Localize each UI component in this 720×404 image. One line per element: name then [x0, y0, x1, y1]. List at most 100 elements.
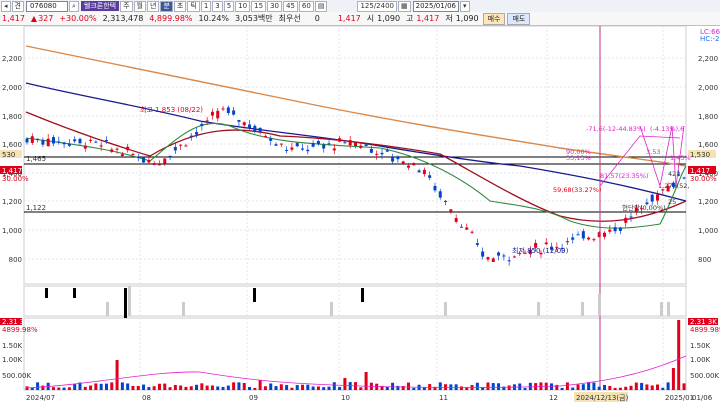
- period-week-button[interactable]: 월: [133, 0, 146, 12]
- volume-bar: [157, 383, 161, 390]
- volume-bar: [640, 382, 644, 390]
- candle-body: [438, 191, 442, 198]
- candle-body: [380, 152, 384, 155]
- date-input[interactable]: 2025/01/06: [412, 0, 459, 12]
- volume-bar: [587, 382, 591, 390]
- price-chart[interactable]: 2,200 2,000 1,800 1,600 1,400 1,200 1,00…: [0, 26, 720, 404]
- period-second-button[interactable]: 초: [173, 0, 187, 12]
- candle-body: [83, 145, 87, 149]
- calendar-icon[interactable]: ▾: [459, 0, 470, 12]
- candle-body: [216, 110, 220, 119]
- signal-bar: [45, 288, 48, 298]
- minute-5-button[interactable]: 5: [223, 0, 235, 12]
- candle-body: [581, 231, 585, 239]
- signal-bar: [667, 302, 670, 316]
- volume-tick: 1.50K: [2, 342, 23, 350]
- y-tick: 1,000: [2, 227, 22, 235]
- candle-body: [179, 144, 183, 146]
- period-day-button[interactable]: 주: [120, 0, 133, 12]
- current-price: 1,417: [2, 14, 25, 23]
- stock-name-label[interactable]: 웰크론한텍: [80, 1, 120, 11]
- candle-body: [46, 138, 50, 147]
- y-tick: 2,000: [2, 84, 22, 92]
- back-arrow-icon[interactable]: ◂: [1, 0, 11, 12]
- buy-button[interactable]: 매수: [482, 12, 506, 25]
- period-tick-button[interactable]: 틱: [187, 0, 200, 12]
- volume-bar: [179, 385, 183, 390]
- settings-icon[interactable]: ▤: [314, 0, 328, 12]
- volume-bar: [147, 387, 151, 390]
- minute-30-button[interactable]: 30: [267, 0, 282, 12]
- candle-body: [603, 232, 607, 237]
- sell-button[interactable]: 매도: [507, 12, 531, 25]
- candle-body: [30, 136, 34, 143]
- volume-bar: [99, 383, 103, 390]
- candle-body: [285, 150, 289, 152]
- volume-bar: [168, 387, 172, 390]
- volume-bar: [216, 386, 220, 390]
- candle-body: [544, 242, 548, 245]
- candle-body: [147, 160, 151, 163]
- minute-45-button[interactable]: 45: [282, 0, 298, 12]
- period-month-button[interactable]: 년: [147, 0, 160, 12]
- volume-bar: [677, 320, 681, 390]
- candle-body: [195, 132, 199, 135]
- minute-3-button[interactable]: 3: [212, 0, 223, 12]
- signal-bar: [124, 288, 127, 318]
- volume-bar: [306, 384, 310, 390]
- candle-body: [168, 155, 172, 157]
- toggle-button[interactable]: 견: [11, 0, 24, 12]
- volume-bar: [51, 387, 55, 390]
- volume-bar: [332, 382, 336, 390]
- x-tick: 10: [341, 394, 350, 402]
- minute-15-button[interactable]: 15: [251, 0, 267, 12]
- candle-body: [354, 142, 357, 146]
- candle-body: [200, 123, 204, 126]
- candle-body: [94, 141, 98, 143]
- volume-bar: [258, 380, 262, 390]
- candle-body: [449, 209, 453, 212]
- signal-bar: [444, 302, 447, 316]
- volume-bar: [449, 384, 453, 390]
- volume-bar: [412, 387, 416, 390]
- search-icon[interactable]: ⌕: [68, 0, 79, 12]
- y-tick: 2,000: [698, 84, 718, 92]
- signal-bar: [598, 294, 601, 316]
- x-tick: 08: [142, 394, 151, 402]
- period-minute-button[interactable]: 분: [160, 0, 173, 12]
- candle-body: [481, 251, 485, 257]
- candle-body: [343, 142, 347, 144]
- candle-body: [385, 150, 389, 152]
- volume-bar: [560, 387, 564, 390]
- candle-body: [263, 135, 267, 137]
- volume-bar: [131, 385, 135, 390]
- volume-bar: [661, 387, 665, 390]
- volume-pct: 4,899.98%: [149, 14, 193, 23]
- signal-bar: [330, 302, 333, 316]
- price-change: 327: [38, 14, 54, 23]
- volume-bar: [497, 383, 501, 390]
- volume-bar: [221, 386, 225, 390]
- minute-1-button[interactable]: 1: [200, 0, 212, 12]
- y-tick: 1,800: [698, 113, 718, 121]
- grid-icon[interactable]: ▦: [398, 0, 411, 12]
- signal-bar: [660, 302, 663, 316]
- candle-body: [306, 149, 310, 152]
- volume-bar: [486, 382, 490, 390]
- right-axis: 2,200 2,000 1,800 1,600 1,400 1,200 1,00…: [698, 55, 718, 264]
- minute-60-button[interactable]: 60: [298, 0, 314, 12]
- volume-bar: [89, 385, 93, 390]
- volume-bar: [576, 384, 580, 390]
- candle-body: [576, 234, 580, 236]
- candle-body: [25, 138, 29, 143]
- open-price: 1,090: [377, 14, 401, 23]
- volume-bar: [618, 387, 622, 390]
- view-count-input[interactable]: 125/2400: [357, 0, 397, 12]
- volume-tick: 500.00K: [690, 372, 719, 380]
- minute-10-button[interactable]: 10: [235, 0, 251, 12]
- candle-body: [173, 147, 177, 151]
- stock-code-input[interactable]: 076080: [25, 0, 68, 12]
- volume-bar: [629, 385, 633, 390]
- volume-bar: [428, 384, 432, 390]
- candle-body: [237, 120, 241, 122]
